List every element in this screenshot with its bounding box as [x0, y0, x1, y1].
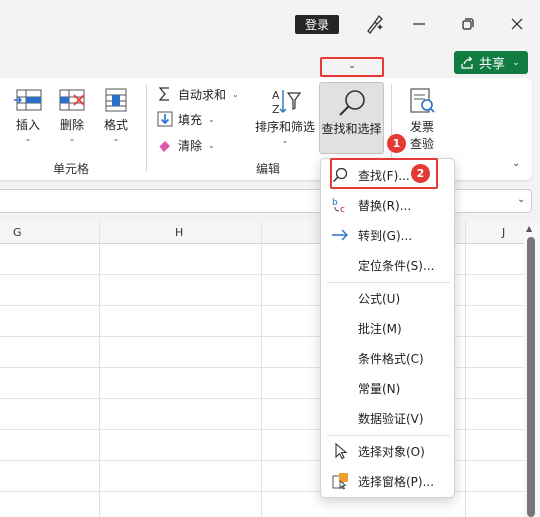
group-divider: [146, 84, 147, 172]
magnifier-icon: [338, 90, 365, 116]
designer-brush-icon[interactable]: [362, 12, 386, 36]
chevron-down-icon: ⌄: [208, 140, 215, 150]
arrow-right-icon: [332, 229, 348, 241]
grid-line: [261, 222, 262, 517]
svg-text:A: A: [272, 89, 280, 102]
cells-group-label: 单元格: [53, 162, 90, 176]
menu-item-constants[interactable]: 常量(N): [321, 373, 456, 403]
chevron-down-icon: ⌄: [68, 134, 76, 143]
column-header-h[interactable]: H: [175, 226, 183, 239]
worksheet-grid[interactable]: G H J: [0, 222, 540, 517]
step-badge-2: 2: [411, 164, 430, 183]
menu-item-goto-special[interactable]: 定位条件(S)...: [321, 250, 456, 280]
close-icon[interactable]: [505, 12, 529, 36]
pointer-icon: [335, 442, 348, 460]
sort-filter-icon: A Z: [272, 89, 302, 116]
grid-line: [99, 222, 100, 517]
find-select-button[interactable]: 查找和选择: [319, 82, 384, 154]
scrollbar-thumb[interactable]: [527, 237, 535, 517]
restore-icon[interactable]: [456, 12, 480, 36]
login-button[interactable]: 登录: [295, 15, 339, 34]
menu-item-label: 转到(G)...: [358, 228, 413, 243]
invoice-check-icon: [410, 88, 435, 113]
share-icon: [461, 56, 473, 69]
insert-button[interactable]: 插入 ⌄: [8, 86, 48, 143]
grid-line: [0, 398, 540, 399]
menu-item-label: 公式(U): [358, 291, 401, 306]
menu-item-label: 选择对象(O): [358, 444, 425, 459]
svg-text:b: b: [332, 198, 338, 208]
chevron-down-icon: ⌄: [208, 114, 215, 124]
sigma-icon: [158, 87, 169, 101]
menu-item-label: 数据验证(V): [358, 411, 424, 426]
chevron-down-icon[interactable]: ⌄: [512, 58, 520, 68]
column-header-g[interactable]: G: [13, 226, 22, 239]
find-select-dropdown-highlight[interactable]: ⌄: [320, 57, 384, 77]
grid-line: [465, 222, 466, 517]
collapse-ribbon-icon[interactable]: ⌄: [512, 158, 520, 169]
insert-cells-icon: [14, 89, 42, 111]
sort-filter-button[interactable]: A Z 排序和筛选 ⌄: [252, 86, 318, 145]
autosum-button[interactable]: 自动求和 ⌄: [156, 84, 239, 104]
menu-item-label: 条件格式(C): [358, 351, 424, 366]
grid-line: [0, 460, 540, 461]
fill-button[interactable]: 填充 ⌄: [156, 109, 215, 129]
grid-line: [0, 491, 540, 492]
sort-filter-label: 排序和筛选: [254, 120, 315, 134]
share-label: 共享: [479, 57, 506, 72]
grid-line: [0, 274, 540, 275]
menu-item-label: 常量(N): [358, 381, 401, 396]
share-button[interactable]: 共享 ⌄: [454, 51, 528, 74]
fill-down-icon: [157, 111, 173, 127]
delete-cells-icon: [59, 89, 85, 111]
format-label: 格式: [103, 118, 128, 132]
menu-item-label: 选择窗格(P)...: [358, 474, 435, 489]
find-select-menu: 查找(F)... b c 替换(R)... 转到(G)... 定位条件(S)..…: [320, 158, 455, 498]
delete-label: 删除: [59, 118, 84, 132]
insert-label: 插入: [15, 118, 40, 132]
menu-item-goto[interactable]: 转到(G)...: [321, 220, 456, 250]
step-badge-1: 1: [387, 134, 406, 153]
menu-item-replace[interactable]: b c 替换(R)...: [321, 190, 456, 220]
grid-line: [0, 336, 540, 337]
menu-item-select-objects[interactable]: 选择对象(O): [321, 436, 456, 466]
menu-item-comments[interactable]: 批注(M): [321, 313, 456, 343]
eraser-icon: [158, 141, 170, 152]
grid-line: [0, 305, 540, 306]
replace-icon: b c: [332, 198, 345, 214]
expand-formula-bar-icon[interactable]: ⌄: [517, 194, 525, 205]
format-button[interactable]: 格式 ⌄: [96, 86, 136, 143]
title-bar: 登录: [0, 0, 540, 48]
delete-button[interactable]: 删除 ⌄: [52, 86, 92, 143]
menu-item-data-validation[interactable]: 数据验证(V): [321, 403, 456, 433]
menu-item-formulas[interactable]: 公式(U): [321, 283, 456, 313]
chevron-down-icon: ⌄: [232, 89, 239, 99]
format-cells-icon: [105, 88, 127, 112]
chevron-down-icon: ⌄: [112, 134, 120, 143]
chevron-down-icon: ⌄: [24, 134, 32, 143]
find-select-label: 查找和选择: [321, 122, 382, 136]
svg-text:Z: Z: [272, 103, 280, 116]
grid-line: [0, 367, 540, 368]
invoice-label-line1: 发票: [409, 120, 434, 134]
chevron-down-icon: ⌄: [281, 136, 289, 145]
grid-line: [0, 429, 540, 430]
menu-item-conditional-format[interactable]: 条件格式(C): [321, 343, 456, 373]
clear-label: 清除: [178, 138, 203, 153]
autosum-label: 自动求和: [178, 87, 227, 102]
scroll-up-icon[interactable]: ▲: [526, 224, 532, 233]
menu-item-label: 替换(R)...: [358, 198, 412, 213]
column-header-j[interactable]: J: [502, 226, 505, 239]
svg-text:c: c: [340, 205, 345, 214]
clear-button[interactable]: 清除 ⌄: [156, 135, 215, 155]
selection-pane-icon: [332, 473, 348, 490]
menu-item-selection-pane[interactable]: 选择窗格(P)...: [321, 466, 456, 496]
minimize-icon[interactable]: [407, 12, 431, 36]
column-header-row: G H J: [0, 222, 540, 244]
fill-label: 填充: [178, 112, 203, 127]
menu-item-label: 批注(M): [358, 321, 402, 336]
menu-item-label: 定位条件(S)...: [358, 258, 435, 273]
edit-group-label: 编辑: [256, 162, 281, 176]
